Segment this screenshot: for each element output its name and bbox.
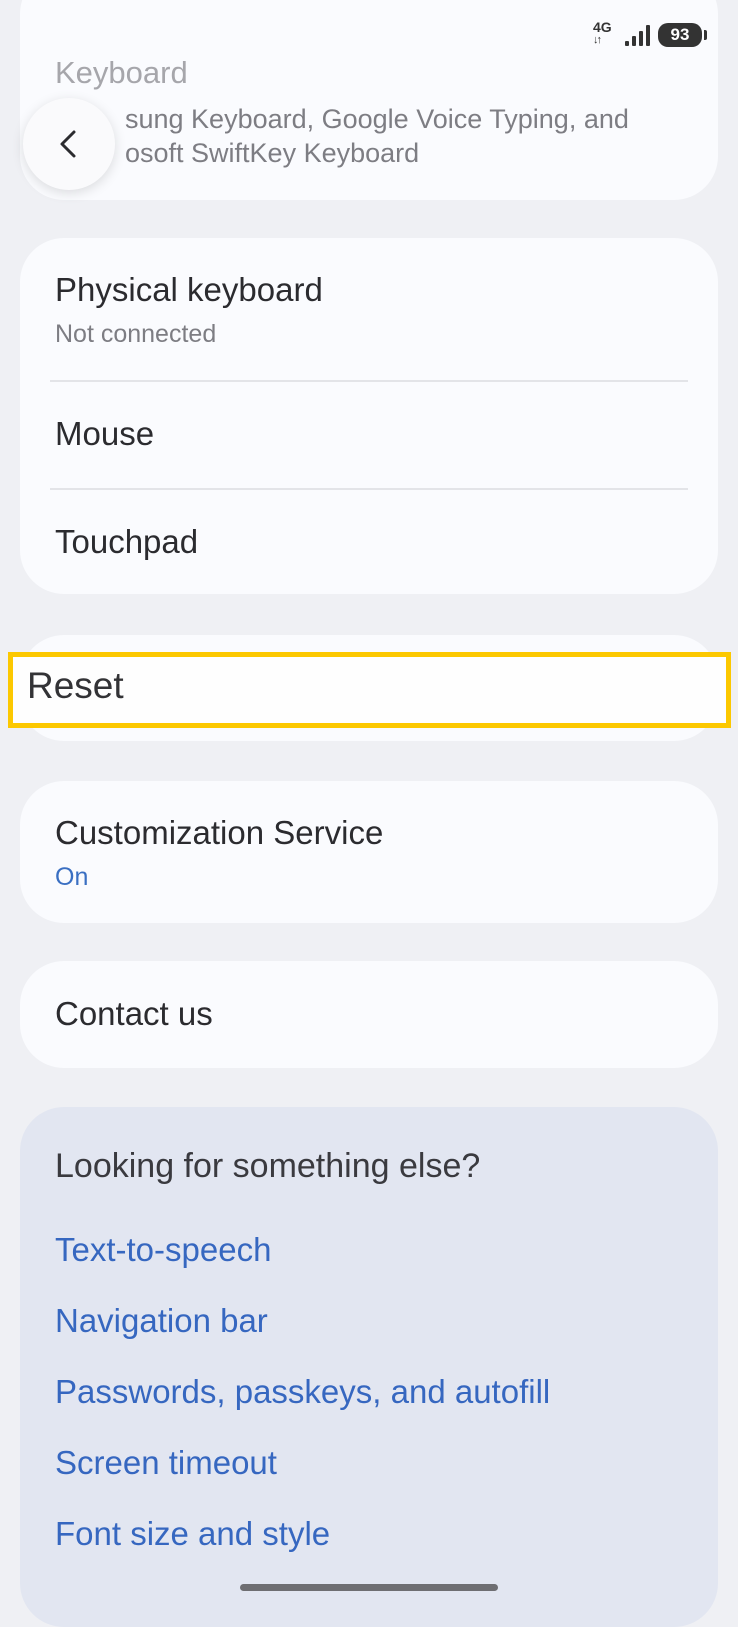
input-devices-card: Physical keyboard Not connected Mouse To… (20, 238, 718, 594)
keyboard-subtitle: sung Keyboard, Google Voice Typing, and … (55, 102, 655, 170)
contact-us-title: Contact us (55, 995, 213, 1032)
network-type-label: 4G (593, 19, 612, 35)
contact-us-card[interactable]: Contact us (20, 961, 718, 1068)
customization-service-card[interactable]: Customization Service On (20, 781, 718, 923)
back-button[interactable] (23, 98, 115, 190)
link-font-size-and-style[interactable]: Font size and style (55, 1515, 330, 1553)
mouse-title: Mouse (55, 415, 155, 452)
link-screen-timeout[interactable]: Screen timeout (55, 1444, 277, 1482)
status-bar: 4G ↓↑ 93 (593, 18, 707, 52)
signal-bars-icon (625, 24, 650, 46)
network-arrows: ↓↑ (593, 34, 602, 46)
physical-keyboard-status: Not connected (55, 320, 217, 348)
customization-service-title: Customization Service (55, 814, 384, 851)
looking-for-something-else-card: Looking for something else? Text-to-spee… (20, 1107, 718, 1627)
mouse-row[interactable]: Mouse (20, 382, 718, 488)
touchpad-row[interactable]: Touchpad (20, 490, 718, 594)
battery-icon: 93 (658, 23, 707, 47)
reset-button[interactable]: Reset (27, 665, 124, 707)
link-navigation-bar[interactable]: Navigation bar (55, 1302, 268, 1340)
link-passwords-passkeys-autofill[interactable]: Passwords, passkeys, and autofill (55, 1373, 550, 1411)
keyboard-subtitle-line-2: osoft SwiftKey Keyboard (125, 138, 420, 168)
battery-level: 93 (670, 25, 690, 44)
link-text-to-speech[interactable]: Text-to-speech (55, 1231, 271, 1269)
physical-keyboard-title: Physical keyboard (55, 271, 323, 308)
keyboard-subtitle-line-1: sung Keyboard, Google Voice Typing, and (125, 104, 629, 134)
chevron-left-icon (60, 130, 76, 158)
physical-keyboard-row[interactable]: Physical keyboard Not connected (20, 238, 718, 380)
customization-service-status: On (55, 863, 89, 891)
touchpad-title: Touchpad (55, 523, 199, 560)
home-indicator[interactable] (240, 1584, 498, 1591)
network-4g-icon: 4G ↓↑ (593, 20, 617, 50)
looking-for-title: Looking for something else? (55, 1147, 481, 1185)
keyboard-title: Keyboard (55, 55, 188, 90)
